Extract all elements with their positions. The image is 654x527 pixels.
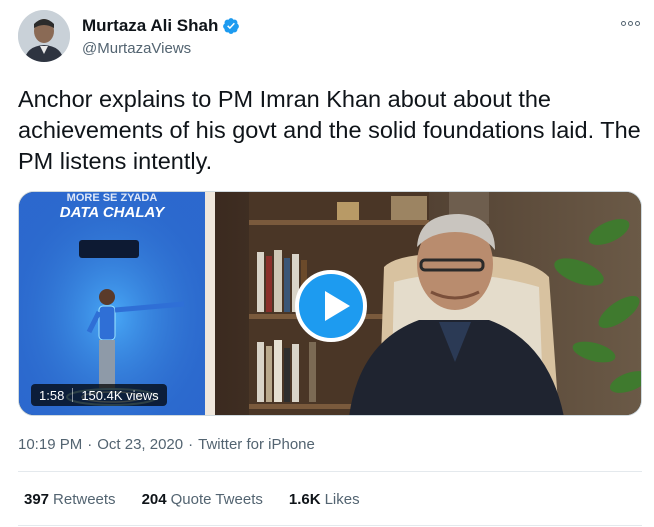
retweets-count: 397 (24, 491, 50, 508)
likes-count: 1.6K (288, 491, 321, 508)
overlay-heading: DATA CHALAY (59, 204, 165, 221)
tweet-time[interactable]: 10:19 PM (18, 436, 82, 453)
meta-separator: · (188, 436, 194, 453)
likes-stat[interactable]: 1.6K Likes (289, 491, 360, 508)
quotes-count: 204 (141, 491, 167, 508)
author-display-name[interactable]: Murtaza Ali Shah (82, 16, 218, 36)
divider (18, 471, 642, 472)
play-icon (325, 291, 350, 321)
verified-badge-icon (223, 18, 240, 34)
avatar[interactable] (18, 10, 70, 62)
tweet-header: Murtaza Ali Shah @MurtazaViews (18, 10, 642, 66)
tweet-meta: 10:19 PM · Oct 23, 2020 · Twitter for iP… (18, 436, 315, 453)
overlay-top-text: MORE SE ZYADA (66, 192, 158, 204)
engagement-stats: 397 Retweets 204 Quote Tweets 1.6K Likes (24, 491, 360, 508)
meta-separator: · (87, 436, 93, 453)
video-stats-badge: 1:58 150.4K views (31, 384, 167, 406)
quote-tweets-stat[interactable]: 204 Quote Tweets (142, 491, 263, 508)
video-duration: 1:58 (39, 387, 65, 403)
quotes-label: Quote Tweets (170, 491, 263, 508)
likes-label: Likes (324, 491, 360, 508)
tweet-source[interactable]: Twitter for iPhone (198, 436, 315, 453)
video-views: 150.4K views (81, 387, 159, 403)
play-button[interactable] (295, 270, 367, 342)
tweet-text: Anchor explains to PM Imran Khan about a… (18, 86, 641, 174)
retweets-stat[interactable]: 397 Retweets (24, 491, 116, 508)
tweet-date[interactable]: Oct 23, 2020 (97, 436, 183, 453)
retweets-label: Retweets (53, 491, 116, 508)
more-options-icon[interactable] (618, 16, 642, 30)
author-handle[interactable]: @MurtazaViews (82, 40, 240, 57)
video-player[interactable]: MORE SE ZYADA DATA CHALAY 1:58 150.4K vi… (18, 191, 642, 416)
divider (18, 525, 642, 526)
